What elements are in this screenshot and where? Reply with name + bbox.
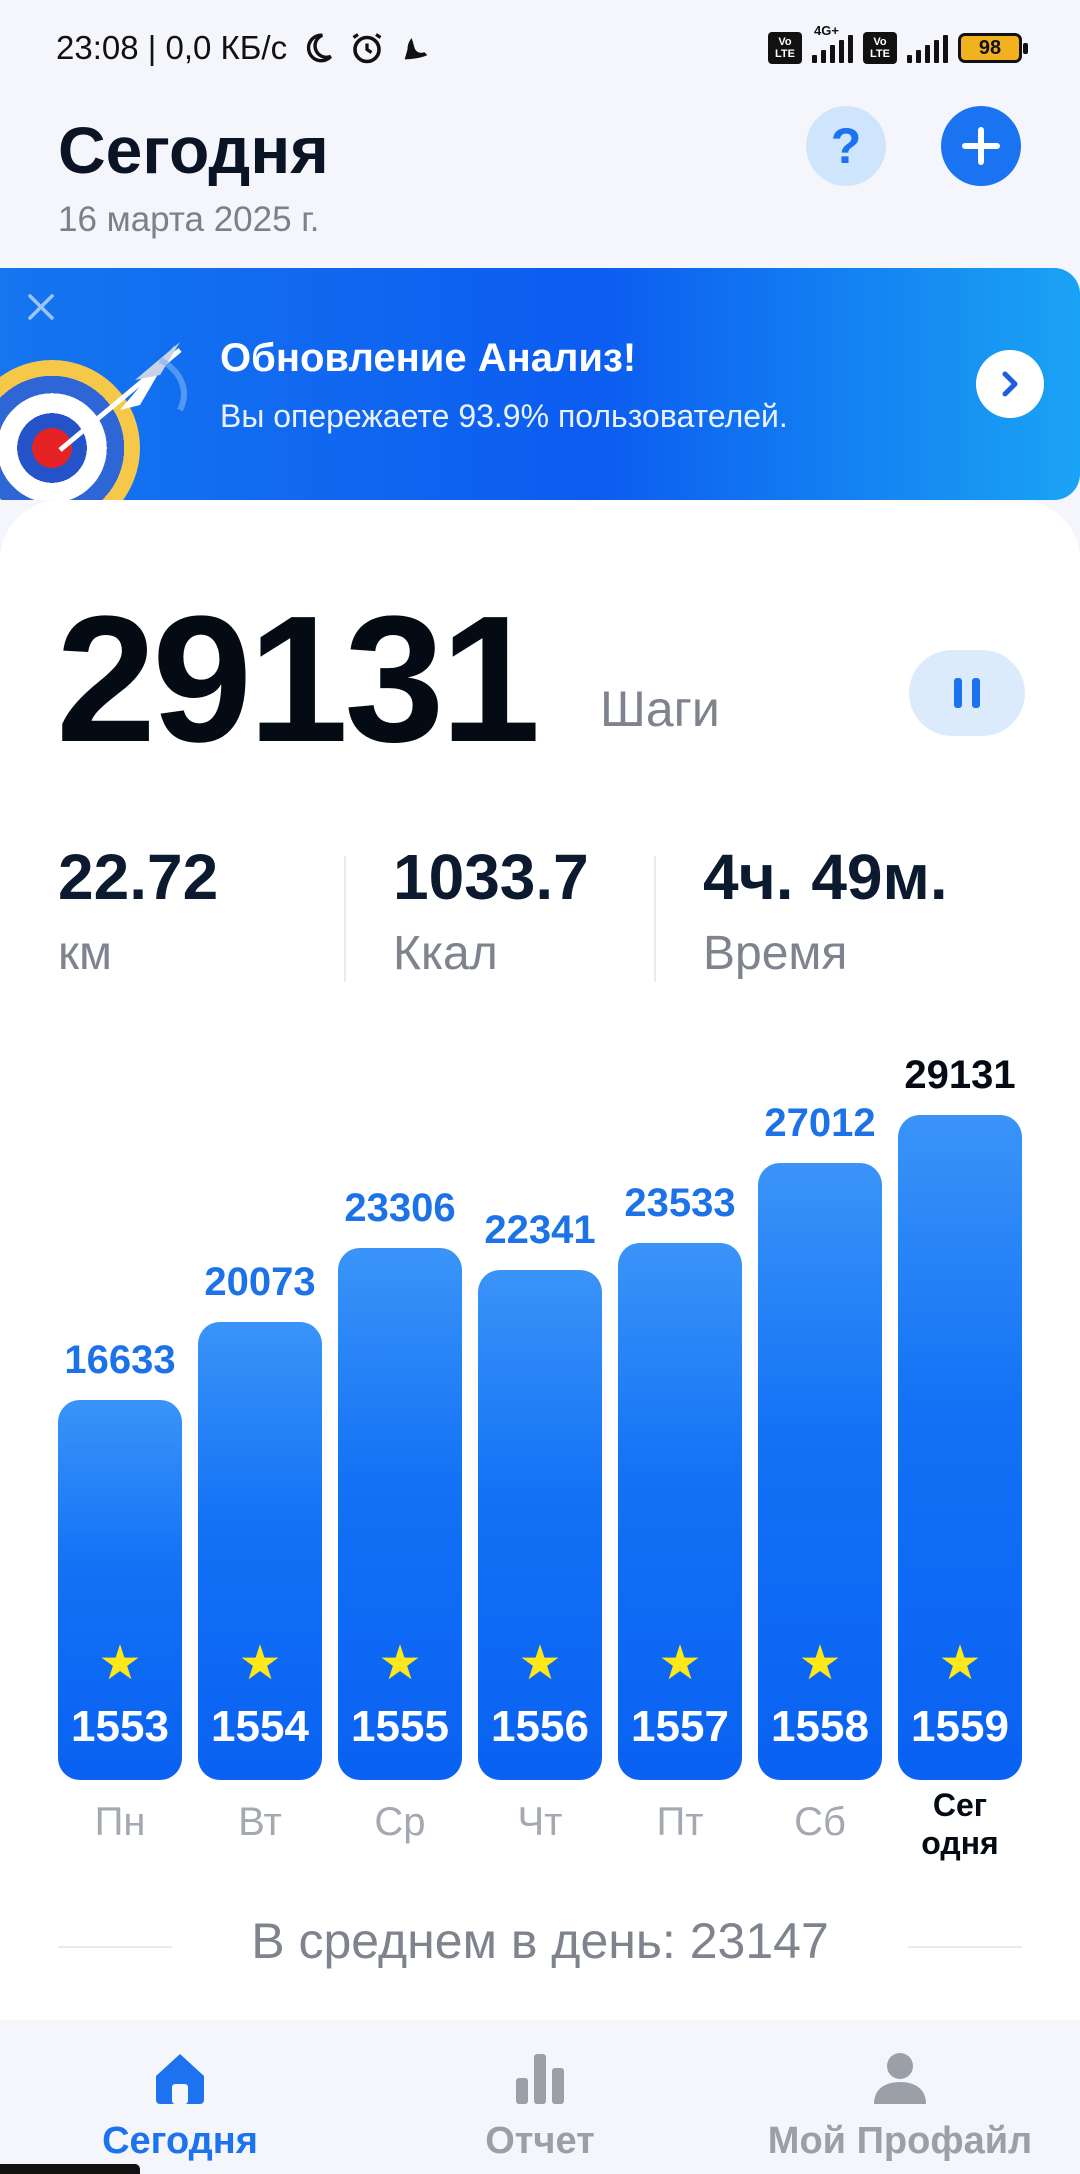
time-label: Время bbox=[703, 927, 848, 980]
volte-icon-2: Vo LTE bbox=[863, 32, 897, 64]
moon-icon bbox=[306, 33, 333, 63]
day-label: Чт bbox=[517, 1800, 563, 1844]
signal-icon: 4G+ bbox=[812, 23, 853, 63]
day-label: Пн bbox=[94, 1800, 146, 1844]
steps-unit: Шаги bbox=[600, 681, 720, 737]
bar-number: 1558 bbox=[771, 1702, 869, 1751]
bar-number: 1554 bbox=[211, 1702, 309, 1751]
day-label: Ср bbox=[374, 1800, 426, 1844]
bar-value-label: 22341 bbox=[484, 1208, 596, 1252]
bar-value-label: 23306 bbox=[344, 1186, 456, 1230]
pause-icon bbox=[954, 678, 962, 708]
star-icon: ★ bbox=[518, 1637, 562, 1690]
bar-number: 1559 bbox=[911, 1702, 1009, 1751]
day-label: Вт bbox=[238, 1800, 282, 1844]
bar-value-label: 23533 bbox=[624, 1181, 736, 1225]
day-label: Пт bbox=[656, 1800, 704, 1844]
day-label: Сб bbox=[794, 1800, 846, 1844]
pause-button[interactable] bbox=[909, 650, 1025, 736]
add-button[interactable] bbox=[941, 106, 1021, 186]
page-title: Сегодня bbox=[58, 113, 329, 187]
network-type: 4G+ bbox=[814, 23, 839, 38]
status-right: Vo LTE 4G+ Vo LTE 98 bbox=[768, 23, 1028, 64]
nav-label-today: Сегодня bbox=[102, 2120, 258, 2162]
distance-value: 22.72 bbox=[58, 841, 219, 913]
banner-subtitle: Вы опережаете 93.9% пользователей. bbox=[220, 398, 788, 434]
nav-today[interactable]: Сегодня bbox=[30, 2020, 330, 2174]
bar-number: 1557 bbox=[631, 1702, 729, 1751]
paper-plane-icon bbox=[58, 342, 187, 452]
nav-label-report: Отчет bbox=[485, 2120, 595, 2162]
distance-stat: 22.72 км bbox=[58, 840, 218, 981]
shoe-icon bbox=[404, 38, 428, 60]
nav-profile[interactable]: Мой Профайл bbox=[750, 2020, 1050, 2174]
star-icon: ★ bbox=[98, 1637, 142, 1690]
bar-value-label: 27012 bbox=[764, 1101, 876, 1145]
signal-icon-2 bbox=[907, 33, 948, 63]
bar-chart-icon bbox=[516, 2054, 564, 2104]
user-icon bbox=[874, 2053, 926, 2104]
banner-title: Обновление Анализ! bbox=[220, 336, 637, 380]
bar-number: 1553 bbox=[71, 1702, 169, 1751]
page-date: 16 марта 2025 г. bbox=[58, 200, 320, 239]
bar-value-label: 16633 bbox=[64, 1338, 176, 1382]
volte-icon: Vo LTE bbox=[768, 32, 802, 64]
nav-label-profile: Мой Профайл bbox=[767, 2120, 1033, 2162]
status-left: 23:08 | 0,0 КБ/с bbox=[56, 29, 433, 67]
alarm-icon bbox=[352, 33, 382, 64]
calories-value: 1033.7 bbox=[393, 841, 589, 913]
update-banner[interactable]: Обновление Анализ! Вы опережаете 93.9% п… bbox=[0, 268, 1080, 500]
star-icon: ★ bbox=[378, 1637, 422, 1690]
nav-report[interactable]: Отчет bbox=[390, 2020, 690, 2174]
home-indicator bbox=[0, 2164, 140, 2174]
steps-card: 29131 Шаги 22.72 км 1033.7 Ккал 4ч. 49м.… bbox=[0, 500, 1080, 2020]
daily-average: В среднем в день: 23147 bbox=[251, 1913, 829, 1969]
battery-icon: 98 bbox=[958, 33, 1028, 63]
time-value: 4ч. 49м. bbox=[703, 841, 948, 913]
status-bar: 23:08 | 0,0 КБ/с Vo LTE 4G+ Vo LTE 98 bbox=[0, 0, 1080, 96]
bar-number: 1555 bbox=[351, 1702, 449, 1751]
chevron-right-icon bbox=[1002, 371, 1018, 397]
star-icon: ★ bbox=[938, 1637, 982, 1690]
chart-bar[interactable] bbox=[618, 1243, 742, 1780]
time-stat: 4ч. 49м. Время bbox=[703, 840, 948, 981]
divider bbox=[654, 856, 656, 982]
steps-count: 29131 bbox=[56, 579, 541, 780]
bar-value-label: 20073 bbox=[204, 1260, 316, 1304]
pause-icon-bar bbox=[972, 678, 980, 708]
home-icon bbox=[156, 2054, 204, 2104]
weekly-steps-chart: 16633 ★ 1553 Пн 20073 ★ 1554 Вт 23306 ★ 1555 Ср 2234… bbox=[0, 1053, 1080, 1880]
calories-stat: 1033.7 Ккал bbox=[393, 840, 589, 981]
plus-icon bbox=[962, 127, 1000, 165]
status-time: 23:08 | 0,0 КБ/с bbox=[56, 29, 288, 66]
day-label: Сег одня bbox=[921, 1787, 999, 1861]
divider bbox=[344, 856, 346, 982]
help-button[interactable]: ? bbox=[806, 106, 886, 186]
bar-value-label: 29131 bbox=[904, 1053, 1016, 1097]
chart-bar[interactable] bbox=[338, 1248, 462, 1780]
close-icon[interactable] bbox=[22, 288, 60, 326]
star-icon: ★ bbox=[798, 1637, 842, 1690]
bar-number: 1556 bbox=[491, 1702, 589, 1751]
star-icon: ★ bbox=[658, 1637, 702, 1690]
distance-label: км bbox=[58, 927, 112, 980]
calories-label: Ккал bbox=[393, 927, 498, 980]
bottom-nav: Сегодня Отчет Мой Профайл bbox=[0, 2020, 1080, 2174]
banner-arrow-button[interactable] bbox=[976, 350, 1044, 418]
header: Сегодня 16 марта 2025 г. ? bbox=[0, 96, 1080, 266]
star-icon: ★ bbox=[238, 1637, 282, 1690]
avg-divider-right bbox=[908, 1946, 1022, 1948]
stats-row: 22.72 км 1033.7 Ккал 4ч. 49м. Время bbox=[0, 840, 1080, 1000]
